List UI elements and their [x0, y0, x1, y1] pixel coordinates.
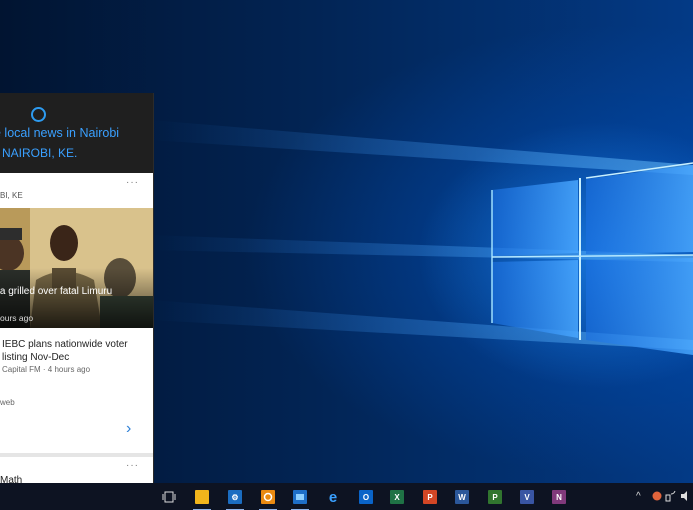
- onenote-icon: N: [552, 490, 566, 504]
- taskbar-outlook[interactable]: O: [355, 486, 377, 508]
- news-story-title[interactable]: IEBC plans nationwide voter listing Nov-…: [2, 338, 128, 364]
- taskbar-excel[interactable]: X: [386, 486, 408, 508]
- folder-icon: [195, 490, 209, 504]
- math-card-more-button[interactable]: ···: [126, 460, 139, 471]
- taskbar-orange-app[interactable]: [257, 486, 279, 510]
- tray-show-hidden-icons[interactable]: ^: [636, 487, 641, 505]
- window-app-icon: [293, 490, 307, 504]
- news-story-title-line2: listing Nov-Dec: [2, 352, 70, 363]
- news-card-more-button[interactable]: ···: [126, 177, 139, 188]
- taskbar-settings[interactable]: ⚙: [224, 486, 246, 510]
- orange-app-icon: [261, 490, 275, 504]
- taskbar-file-explorer[interactable]: [191, 486, 213, 510]
- cortana-location: NAIROBI, KE.: [2, 146, 78, 160]
- tray-volume[interactable]: [680, 487, 692, 505]
- chevron-right-icon[interactable]: ›: [126, 420, 131, 438]
- tray-flame-icon: [652, 491, 662, 501]
- cortana-greeting: e local news in Nairobi: [0, 126, 120, 140]
- outlook-icon: O: [359, 490, 373, 504]
- gear-icon: ⚙: [228, 490, 242, 504]
- taskbar-word[interactable]: W: [451, 486, 473, 508]
- excel-icon: X: [390, 490, 404, 504]
- tray-network[interactable]: [665, 487, 677, 505]
- taskbar-project[interactable]: P: [484, 486, 506, 508]
- cortana-panel: e local news in Nairobi NAIROBI, KE. BI,…: [0, 93, 154, 510]
- taskbar-visio[interactable]: V: [516, 486, 538, 508]
- news-card-location: BI, KE: [0, 191, 23, 200]
- taskbar-edge[interactable]: e: [322, 486, 344, 508]
- web-link[interactable]: web: [0, 398, 15, 407]
- card-divider: [0, 453, 153, 457]
- cortana-icon: [31, 107, 46, 122]
- news-image-time: ours ago: [0, 313, 34, 323]
- taskbar-task-view[interactable]: [158, 486, 180, 508]
- tray-app-icon[interactable]: [651, 487, 663, 505]
- project-icon: P: [488, 490, 502, 504]
- taskbar-blue-app[interactable]: [289, 486, 311, 510]
- cortana-header: e local news in Nairobi NAIROBI, KE.: [0, 93, 153, 173]
- news-story-meta: Capital FM · 4 hours ago: [2, 365, 91, 374]
- news-story-title-line1: IEBC plans nationwide voter: [2, 339, 128, 350]
- taskbar: ⚙ e O X P W P V N ^: [0, 483, 693, 510]
- edge-icon: e: [328, 488, 338, 506]
- visio-icon: V: [520, 490, 534, 504]
- news-image[interactable]: [0, 208, 153, 328]
- taskbar-onenote[interactable]: N: [548, 486, 570, 508]
- speaker-icon: [681, 491, 687, 501]
- news-image-headline[interactable]: 'a grilled over fatal Limuru: [0, 286, 112, 297]
- word-icon: W: [455, 490, 469, 504]
- network-icon: [665, 490, 676, 502]
- taskbar-powerpoint[interactable]: P: [419, 486, 441, 508]
- task-view-icon: [162, 491, 176, 503]
- powerpoint-icon: P: [423, 490, 437, 504]
